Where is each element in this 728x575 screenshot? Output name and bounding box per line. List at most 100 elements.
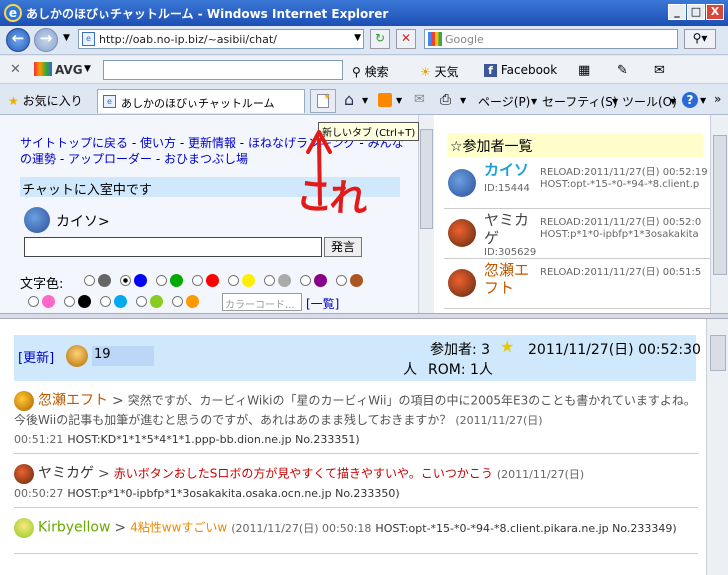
notepad-icon[interactable]: ✎	[617, 63, 628, 78]
avg-search-input[interactable]	[103, 60, 343, 80]
home-dropdown-icon[interactable]: ▼	[362, 96, 368, 105]
participants-list: カイソ ID:15444 RELOAD:2011/11/27(日) 00:52:19…	[444, 159, 710, 309]
participant-avatar	[448, 219, 476, 247]
chat-datetime: 2011/11/27(日) 00:52:30	[528, 342, 701, 358]
favorites-button[interactable]: ★ お気に入り	[8, 92, 83, 109]
participant-avatar	[448, 269, 476, 297]
link-kill-time[interactable]: おひまつぶし場	[164, 152, 248, 166]
rss-icon[interactable]	[378, 93, 392, 107]
color-radio[interactable]	[192, 275, 203, 286]
avg-search-button[interactable]: ⚲ 検索	[352, 63, 389, 80]
message-author: Kirbyellow	[38, 519, 111, 536]
refresh-icon[interactable]: ↻	[370, 29, 390, 49]
message-text: 4粘性wwすごいw	[130, 520, 228, 535]
facebook-button[interactable]: f Facebook	[484, 63, 557, 77]
color-radio[interactable]	[64, 296, 75, 307]
help-dropdown-icon[interactable]: ▼	[700, 96, 706, 105]
tools-menu[interactable]: ツール(O)	[622, 93, 677, 110]
search-go-icon[interactable]: ⚲▾	[684, 29, 716, 49]
color-swatch[interactable]	[206, 274, 219, 287]
color-radio[interactable]	[300, 275, 311, 286]
calculator-icon[interactable]: ▦	[578, 63, 590, 78]
chat-icon[interactable]: ✉	[654, 63, 665, 78]
color-radio[interactable]	[172, 296, 183, 307]
address-input[interactable]: e http://oab.no-ip.biz/~asibii/chat/ ▼	[78, 29, 364, 49]
print-dropdown-icon[interactable]: ▼	[460, 96, 466, 105]
color-swatch[interactable]	[134, 274, 147, 287]
link-updates[interactable]: 更新情報	[188, 136, 236, 150]
color-swatch[interactable]	[186, 295, 199, 308]
color-swatch[interactable]	[242, 274, 255, 287]
stop-icon[interactable]: ✕	[396, 29, 416, 49]
color-swatch[interactable]	[78, 295, 91, 308]
sep: -	[152, 152, 164, 166]
participants-title: ☆参加者一覧	[448, 133, 703, 157]
history-dropdown-icon[interactable]: ▼	[63, 33, 70, 43]
chat-log-scroll-thumb[interactable]	[710, 335, 726, 371]
participant-count-suffix: 人	[403, 362, 417, 378]
color-radio[interactable]	[100, 296, 111, 307]
input-frame-scroll-thumb[interactable]	[420, 129, 433, 229]
tools-menu-dropdown-icon: ▼	[670, 97, 677, 106]
link-uploader[interactable]: アップローダー	[68, 152, 152, 166]
chat-refresh-link[interactable]: [更新]	[18, 347, 54, 366]
safety-menu[interactable]: セーフティ(S)	[542, 93, 618, 110]
help-icon[interactable]: ?	[682, 92, 698, 108]
participants-scroll-thumb[interactable]	[713, 135, 727, 275]
tab-chatroom[interactable]: e あしかのほびぃチャットルーム	[97, 89, 305, 113]
more-tools-icon[interactable]: »	[714, 92, 721, 106]
color-radio[interactable]	[156, 275, 167, 286]
link-howto[interactable]: 使い方	[140, 136, 176, 150]
page-menu[interactable]: ページ(P)	[478, 93, 530, 110]
rss-dropdown-icon[interactable]: ▼	[396, 96, 402, 105]
weather-label: 天気	[434, 65, 459, 79]
avg-label[interactable]: AVG	[55, 63, 83, 77]
message-avatar	[14, 464, 34, 484]
back-button[interactable]: ←	[6, 28, 30, 52]
color-swatch[interactable]	[350, 274, 363, 287]
color-swatch[interactable]	[150, 295, 163, 308]
color-code-input[interactable]: カラーコード...	[222, 293, 302, 311]
input-frame-scrollbar[interactable]	[418, 115, 434, 313]
color-radio[interactable]	[336, 275, 347, 286]
color-radio[interactable]	[264, 275, 275, 286]
participants-scrollbar[interactable]	[710, 115, 728, 313]
participant-name: ヤミカゲ	[484, 211, 530, 247]
color-swatch[interactable]	[98, 274, 111, 287]
color-swatch[interactable]	[42, 295, 55, 308]
mail-icon[interactable]: ✉	[414, 92, 425, 107]
message-host: HOST:p*1*0-ipbfp*1*3osakakita.osaka.ocn.…	[67, 487, 400, 500]
color-radio[interactable]	[28, 296, 39, 307]
home-icon[interactable]: ⌂	[344, 90, 354, 109]
weather-button[interactable]: ☀ 天気	[420, 63, 459, 80]
color-swatch[interactable]	[170, 274, 183, 287]
weather-icon: ☀	[420, 65, 431, 79]
search-input[interactable]: Google	[424, 29, 678, 49]
message-input[interactable]	[24, 237, 322, 257]
avg-dropdown-icon[interactable]: ▼	[84, 64, 91, 74]
forward-button[interactable]: →	[34, 28, 58, 52]
chat-log-scrollbar[interactable]	[706, 319, 728, 575]
window-titlebar[interactable]: e あしかのほびぃチャットルーム - Windows Internet Expl…	[0, 0, 728, 26]
color-swatch[interactable]	[278, 274, 291, 287]
color-list-link[interactable]: [一覧]	[306, 295, 339, 312]
toolbar-close-icon[interactable]: ✕	[10, 62, 21, 77]
tab-title: あしかのほびぃチャットルーム	[121, 97, 275, 110]
close-window-button[interactable]: X	[706, 4, 724, 20]
maximize-button[interactable]: □	[687, 4, 705, 20]
color-radio[interactable]	[136, 296, 147, 307]
color-radio[interactable]	[228, 275, 239, 286]
minimize-button[interactable]: _	[668, 4, 686, 20]
color-swatch[interactable]	[314, 274, 327, 287]
new-tab-button[interactable]: ✶	[310, 89, 336, 113]
address-dropdown-icon[interactable]: ▼	[354, 33, 361, 43]
refresh-interval-field[interactable]: 19	[92, 346, 154, 366]
color-radio[interactable]	[120, 275, 131, 286]
participant-reload: RELOAD:2011/11/27(日) 00:52:0	[540, 217, 702, 228]
color-swatch[interactable]	[114, 295, 127, 308]
participant-count: 参加者: 3	[430, 342, 491, 358]
print-icon[interactable]: ⎙	[440, 92, 451, 108]
color-radio[interactable]	[84, 275, 95, 286]
send-button[interactable]: 発言	[324, 237, 362, 257]
link-site-top[interactable]: サイトトップに戻る	[20, 136, 128, 150]
